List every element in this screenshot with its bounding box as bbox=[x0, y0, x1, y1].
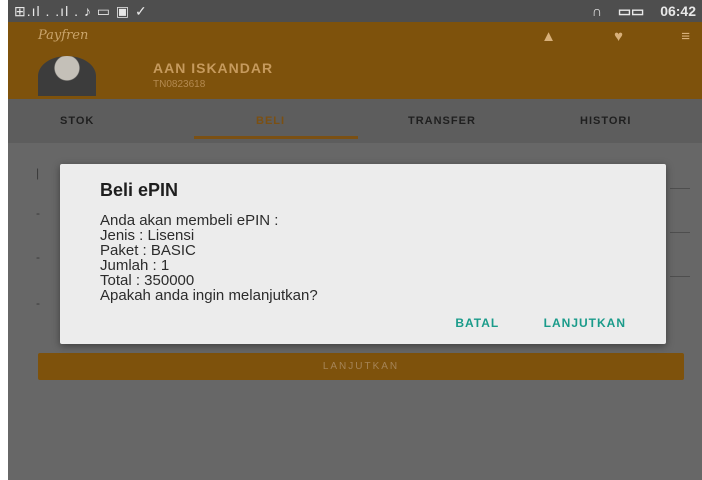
confirm-dialog: Beli ePIN Anda akan membeli ePIN : Jenis… bbox=[60, 164, 666, 344]
menu-icon[interactable]: ≡ bbox=[681, 28, 690, 45]
dialog-message: Anda akan membeli ePIN : Jenis : Lisensi… bbox=[100, 213, 318, 303]
dialog-title: Beli ePIN bbox=[100, 180, 179, 200]
tab-beli[interactable]: BELI bbox=[256, 115, 285, 127]
dialog-line: Jumlah : 1 bbox=[100, 257, 170, 274]
dialog-actions: BATAL LANJUTKAN bbox=[415, 314, 626, 332]
app-header: Payfren ▲ ♥ ≡ AAN ISKANDAR TN0823618 bbox=[8, 22, 702, 99]
avatar[interactable] bbox=[38, 56, 96, 96]
headphone-icon: ∩ bbox=[591, 3, 602, 19]
signal-icons: ⊞.ıl . .ıl . ♪ ▭ ▣ ✓ bbox=[14, 3, 148, 19]
header-actions: ▲ ♥ ≡ bbox=[487, 28, 690, 45]
heart-icon[interactable]: ♥ bbox=[614, 28, 623, 45]
form-underline bbox=[670, 232, 690, 233]
user-name: AAN ISKANDAR bbox=[153, 60, 274, 76]
status-time: 06:42 bbox=[660, 3, 696, 19]
form-underline bbox=[670, 276, 690, 277]
app-brand: Payfren bbox=[38, 28, 89, 43]
cancel-button[interactable]: BATAL bbox=[455, 316, 499, 330]
bell-icon[interactable]: ▲ bbox=[541, 28, 556, 45]
form-marker: | bbox=[36, 166, 40, 180]
dialog-line: Jenis : Lisensi bbox=[100, 227, 195, 244]
status-bar: ⊞.ıl . .ıl . ♪ ▭ ▣ ✓ ∩ ▭▭ 06:42 bbox=[8, 0, 702, 22]
confirm-button[interactable]: LANJUTKAN bbox=[544, 316, 626, 330]
dialog-line: Anda akan membeli ePIN : bbox=[100, 212, 279, 229]
form-underline bbox=[670, 188, 690, 189]
form-marker: - bbox=[36, 250, 40, 264]
tab-indicator bbox=[194, 136, 358, 139]
form-marker: - bbox=[36, 296, 40, 310]
tab-transfer[interactable]: TRANSFER bbox=[408, 115, 476, 127]
dialog-line: Total : 350000 bbox=[100, 272, 195, 289]
tab-histori[interactable]: HISTORI bbox=[580, 115, 631, 127]
battery-icon: ▭▭ bbox=[617, 3, 645, 19]
status-right: ∩ ▭▭ 06:42 bbox=[580, 3, 696, 20]
tab-stok[interactable]: STOK bbox=[60, 115, 94, 127]
user-id: TN0823618 bbox=[153, 79, 206, 90]
dialog-line: Apakah anda ingin melanjutkan? bbox=[100, 287, 318, 304]
form-marker: - bbox=[36, 206, 40, 220]
dialog-line: Paket : BASIC bbox=[100, 242, 196, 259]
continue-button[interactable]: LANJUTKAN bbox=[38, 353, 684, 380]
phone-screen: ⊞.ıl . .ıl . ♪ ▭ ▣ ✓ ∩ ▭▭ 06:42 Payfren … bbox=[8, 0, 702, 480]
